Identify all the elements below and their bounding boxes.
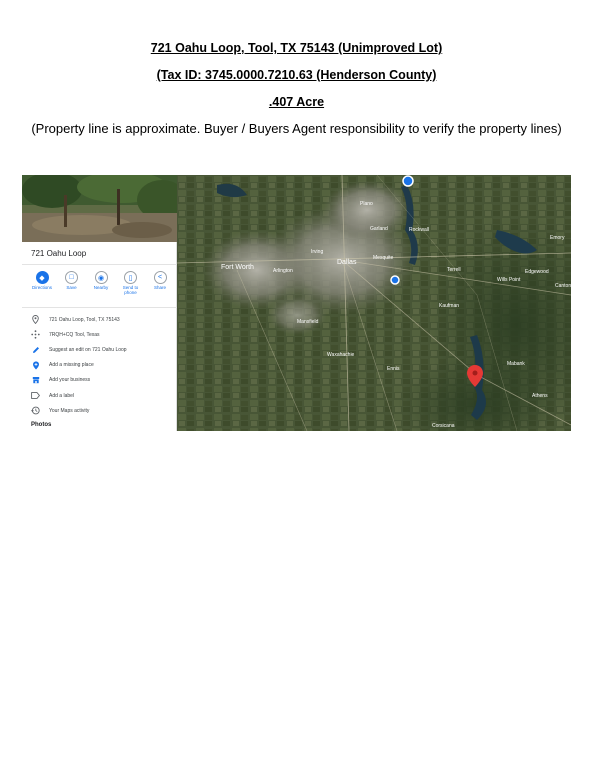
address-row[interactable]: 721 Oahu Loop, Tool, TX 75143 bbox=[31, 312, 175, 327]
share-button[interactable]: < Share bbox=[146, 271, 174, 296]
place-name: 721 Oahu Loop bbox=[31, 249, 87, 258]
satellite-map[interactable]: Plano Garland Rockwall Irving Fort Worth… bbox=[177, 175, 571, 431]
place-photo[interactable] bbox=[22, 175, 177, 242]
phone-icon: ▯ bbox=[124, 271, 137, 284]
share-icon: < bbox=[153, 271, 167, 284]
svg-text:Wills Point: Wills Point bbox=[497, 277, 521, 283]
divider bbox=[22, 307, 177, 308]
svg-text:Rockwall: Rockwall bbox=[409, 227, 429, 233]
suggest-edit-row[interactable]: Suggest an edit on 721 Oahu Loop bbox=[31, 342, 175, 357]
history-icon bbox=[31, 406, 40, 415]
add-missing-place-row[interactable]: Add a missing place bbox=[31, 358, 175, 373]
svg-text:Corsicana: Corsicana bbox=[432, 423, 455, 429]
svg-text:Plano: Plano bbox=[360, 201, 373, 207]
svg-text:Waxahachie: Waxahachie bbox=[327, 352, 355, 358]
document-title: 721 Oahu Loop, Tool, TX 75143 (Unimprove… bbox=[150, 41, 443, 55]
send-to-phone-button[interactable]: ▯ Send to phone bbox=[117, 271, 145, 296]
maps-activity-row[interactable]: Your Maps activity bbox=[31, 403, 175, 418]
maps-screenshot: 721 Oahu Loop ◆ Directions □ Save ◉ Near… bbox=[22, 175, 571, 431]
storefront-icon bbox=[31, 376, 40, 385]
bookmark-icon: □ bbox=[65, 271, 78, 284]
divider bbox=[22, 264, 177, 265]
directions-button[interactable]: ◆ Directions bbox=[28, 271, 56, 296]
label-icon bbox=[31, 391, 40, 400]
nearby-icon: ◉ bbox=[94, 271, 108, 284]
svg-text:Mansfield: Mansfield bbox=[297, 319, 319, 325]
svg-text:Kaufman: Kaufman bbox=[439, 303, 459, 309]
add-place-icon bbox=[31, 361, 40, 370]
svg-text:Garland: Garland bbox=[370, 226, 388, 232]
pencil-icon bbox=[31, 345, 40, 354]
directions-icon: ◆ bbox=[35, 271, 49, 284]
add-business-row[interactable]: Add your business bbox=[31, 373, 175, 388]
place-panel: 721 Oahu Loop ◆ Directions □ Save ◉ Near… bbox=[22, 175, 177, 431]
plus-code-row[interactable]: 7RQH+CQ Tool, Texas bbox=[31, 327, 175, 342]
place-details-list: 721 Oahu Loop, Tool, TX 75143 7RQH+CQ To… bbox=[31, 312, 175, 418]
svg-text:Dallas: Dallas bbox=[337, 259, 357, 266]
nearby-button[interactable]: ◉ Nearby bbox=[87, 271, 115, 296]
svg-text:Mabank: Mabank bbox=[507, 361, 525, 367]
svg-text:Arlington: Arlington bbox=[273, 268, 293, 274]
tax-id-line: (Tax ID: 3745.0000.7210.63 (Henderson Co… bbox=[156, 68, 437, 82]
add-label-row[interactable]: Add a label bbox=[31, 388, 175, 403]
acreage-line: .407 Acre bbox=[268, 95, 325, 109]
svg-text:Emory: Emory bbox=[550, 235, 565, 241]
svg-text:Fort Worth: Fort Worth bbox=[221, 264, 254, 271]
svg-text:Irving: Irving bbox=[311, 249, 323, 255]
svg-text:Terrell: Terrell bbox=[447, 267, 461, 273]
svg-text:Mesquite: Mesquite bbox=[373, 255, 394, 261]
svg-text:Edgewood: Edgewood bbox=[525, 269, 549, 275]
svg-text:Athens: Athens bbox=[532, 393, 548, 399]
plus-code-icon bbox=[31, 330, 40, 339]
svg-text:Ennis: Ennis bbox=[387, 366, 400, 372]
action-bar: ◆ Directions □ Save ◉ Nearby ▯ Send to p… bbox=[28, 271, 174, 296]
property-line-note: (Property line is approximate. Buyer / B… bbox=[31, 121, 562, 136]
photos-heading[interactable]: Photos bbox=[31, 422, 51, 428]
save-button[interactable]: □ Save bbox=[58, 271, 86, 296]
svg-text:Canton: Canton bbox=[555, 283, 571, 289]
location-pin-icon bbox=[31, 315, 40, 325]
